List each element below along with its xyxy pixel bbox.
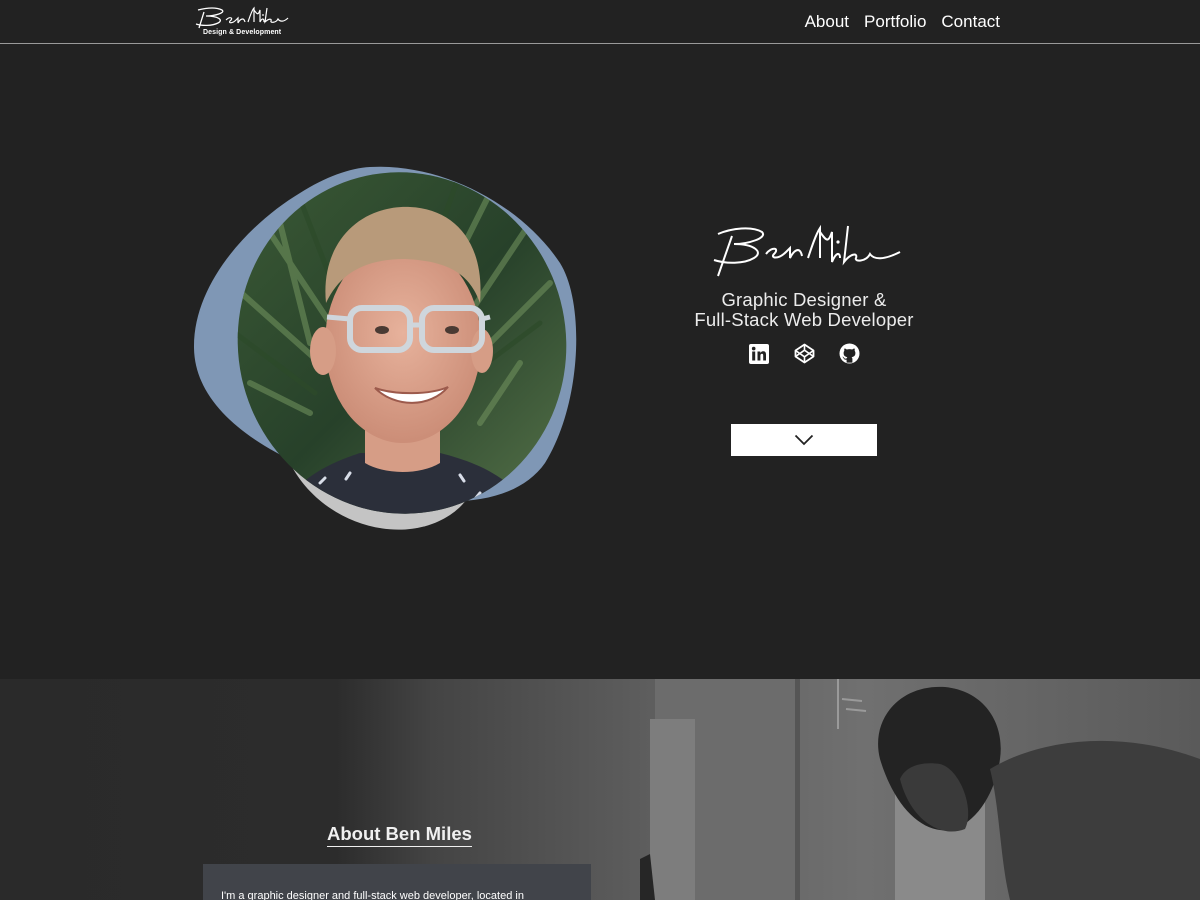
logo-tagline: Design & Development (203, 29, 282, 36)
about-text: I'm a graphic designer and full-stack we… (221, 890, 524, 900)
role-line-1: Graphic Designer & (721, 289, 887, 310)
about-background-photo (0, 679, 1200, 900)
about-heading: About Ben Miles (327, 823, 472, 847)
portrait (190, 163, 585, 538)
nav-about-link[interactable]: About (805, 0, 849, 44)
github-icon[interactable] (839, 343, 860, 364)
scroll-down-button[interactable] (731, 424, 877, 456)
hero-intro: Graphic Designer & Full-Stack Web Develo… (604, 218, 1004, 364)
about-card: I'm a graphic designer and full-stack we… (203, 864, 591, 900)
site-logo[interactable]: Design & Development (192, 4, 292, 40)
social-links (604, 343, 1004, 364)
role-line-2: Full-Stack Web Developer (694, 308, 914, 330)
linkedin-icon[interactable] (749, 343, 770, 364)
site-header: Design & Development About Portfolio Con… (0, 0, 1200, 44)
hero-section: Graphic Designer & Full-Stack Web Develo… (0, 45, 1200, 679)
codepen-icon[interactable] (794, 343, 815, 364)
chevron-down-icon (794, 434, 814, 446)
hero-signature (713, 224, 901, 277)
nav-contact-link[interactable]: Contact (941, 0, 1000, 44)
nav-portfolio-link[interactable]: Portfolio (864, 0, 926, 44)
logo-signature (195, 6, 289, 29)
main-nav: About Portfolio Contact (805, 0, 1000, 44)
about-section: About Ben Miles I'm a graphic designer a… (0, 679, 1200, 900)
